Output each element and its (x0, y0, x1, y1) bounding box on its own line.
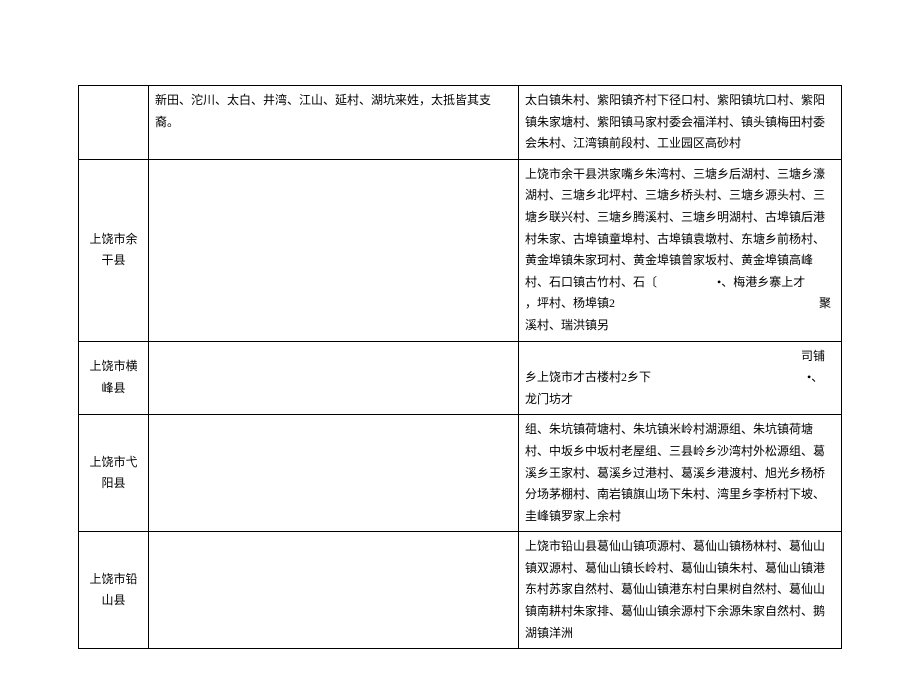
table-row: 上饶市弋阳县 组、朱坑镇荷塘村、朱坑镇米岭村湖源组、朱坑镇荷塘村、中坂乡中坂村老… (79, 415, 842, 532)
cell-region: 上饶市弋阳县 (79, 415, 149, 532)
table-row: 上饶市铅山县 上饶市铅山县葛仙山镇项源村、葛仙山镇杨林村、葛仙山镇双源村、葛仙山… (79, 532, 842, 649)
table-row: 上饶市余干县 上饶市余干县洪家嘴乡朱湾村、三塘乡后湖村、三塘乡濠湖村、三塘乡北坪… (79, 159, 842, 341)
cell-middle (149, 532, 519, 649)
cell-middle (149, 415, 519, 532)
cell-detail: 太白镇朱村、紫阳镇齐村下径口村、紫阳镇坑口村、紫阳镇朱家塘村、紫阳镇马家村委会福… (519, 86, 842, 160)
cell-detail: 上饶市余干县洪家嘴乡朱湾村、三塘乡后湖村、三塘乡濠湖村、三塘乡北坪村、三塘乡桥头… (519, 159, 842, 341)
data-table: 新田、沱川、太白、井湾、江山、延村、湖坑来姓，太抵皆其支裔。 太白镇朱村、紫阳镇… (78, 85, 842, 649)
cell-detail: 上饶市铅山县葛仙山镇项源村、葛仙山镇杨林村、葛仙山镇双源村、葛仙山镇长岭村、葛仙… (519, 532, 842, 649)
table-row: 上饶市横峰县 司铺乡上饶市才古楼村2乡下 •、龙门坊才 (79, 341, 842, 415)
cell-middle (149, 159, 519, 341)
cell-detail: 司铺乡上饶市才古楼村2乡下 •、龙门坊才 (519, 341, 842, 415)
cell-region: 上饶市余干县 (79, 159, 149, 341)
cell-region (79, 86, 149, 160)
table-row: 新田、沱川、太白、井湾、江山、延村、湖坑来姓，太抵皆其支裔。 太白镇朱村、紫阳镇… (79, 86, 842, 160)
cell-region: 上饶市铅山县 (79, 532, 149, 649)
cell-detail: 组、朱坑镇荷塘村、朱坑镇米岭村湖源组、朱坑镇荷塘村、中坂乡中坂村老屋组、三县岭乡… (519, 415, 842, 532)
cell-region: 上饶市横峰县 (79, 341, 149, 415)
cell-middle (149, 341, 519, 415)
cell-middle: 新田、沱川、太白、井湾、江山、延村、湖坑来姓，太抵皆其支裔。 (149, 86, 519, 160)
